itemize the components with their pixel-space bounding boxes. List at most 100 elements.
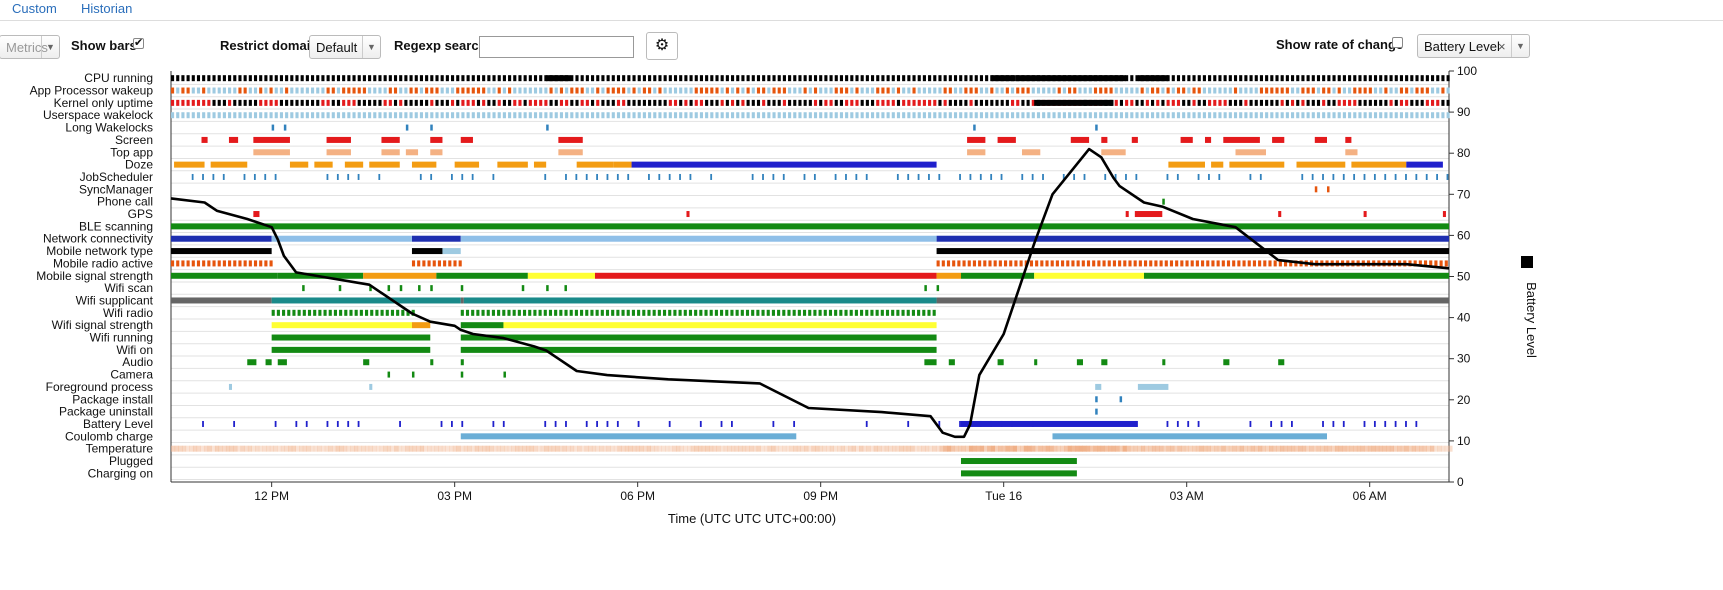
temperature-segment	[537, 445, 542, 452]
bar-tick	[228, 75, 232, 82]
temperature-segment	[1159, 445, 1164, 452]
bar-tick	[575, 99, 579, 106]
bar-tick	[437, 260, 441, 267]
show-rate-checkbox[interactable]	[1392, 37, 1403, 48]
bar-tick	[746, 112, 750, 119]
bar-tick	[502, 112, 506, 119]
bar-tick	[349, 309, 353, 316]
bar-tick	[912, 75, 916, 82]
bar-tick	[917, 112, 921, 119]
bar-tick	[683, 309, 687, 316]
bar-tick	[176, 87, 180, 94]
bar-tick	[642, 99, 646, 106]
bar-tick	[808, 112, 812, 119]
tab-custom[interactable]: Custom	[12, 1, 57, 16]
show-bars-checkbox[interactable]: ✔	[133, 38, 144, 49]
metric-select[interactable]: Battery Level × ▼	[1417, 34, 1530, 58]
temperature-segment	[386, 445, 392, 452]
temperature-segment	[903, 445, 908, 452]
bar-tick	[917, 99, 921, 106]
bar-tick	[632, 75, 636, 82]
bar-tick	[1095, 408, 1098, 415]
bar-tick	[1270, 87, 1274, 94]
bar-tick	[985, 112, 989, 119]
temperature-segment	[848, 445, 853, 452]
bar-tick	[658, 87, 662, 94]
bar-tick	[616, 420, 619, 427]
bar-tick	[1083, 112, 1087, 119]
row-bars	[174, 161, 1443, 168]
temperature-segment	[372, 445, 377, 452]
bar-tick	[731, 99, 735, 106]
bar-tick	[264, 87, 268, 94]
bar-tick	[411, 371, 415, 378]
bar-tick	[839, 75, 844, 82]
settings-button[interactable]: ⚙	[646, 32, 678, 60]
temperature-segment	[460, 445, 465, 452]
bar-tick	[1348, 112, 1352, 119]
bar-tick	[705, 99, 709, 106]
bar-tick	[399, 112, 403, 119]
bar-tick	[1221, 260, 1225, 267]
bar-tick	[1187, 420, 1190, 427]
bar-tick	[264, 112, 268, 119]
bar-tick	[938, 75, 942, 82]
bar-tick	[1373, 75, 1378, 82]
bar-tick	[1415, 99, 1419, 106]
bar-tick	[331, 75, 335, 82]
legend-swatch	[1521, 256, 1533, 268]
bar-tick	[710, 99, 714, 106]
y-tick-label: 90	[1457, 105, 1471, 119]
bar-tick	[1415, 420, 1418, 427]
temperature-segment	[796, 445, 802, 452]
bar-tick	[985, 75, 989, 82]
bar-tick	[1399, 112, 1404, 119]
metrics-select[interactable]: Metrics ▼	[0, 35, 60, 59]
bar-tick	[793, 420, 796, 427]
bar-tick	[964, 99, 968, 106]
row-bars	[171, 112, 1450, 119]
temperature-segment	[646, 445, 651, 452]
temperature-segment	[1060, 445, 1065, 452]
row-bars	[171, 248, 1449, 255]
bar-tick	[486, 309, 490, 316]
temperature-segment	[935, 445, 941, 452]
bar-tick	[1213, 87, 1217, 94]
temperature-segment	[1444, 445, 1449, 452]
bar-segment	[253, 211, 260, 218]
bar-tick	[860, 112, 864, 119]
temperature-segment	[591, 445, 597, 452]
temperature-segment	[522, 445, 527, 452]
bar-tick	[580, 87, 584, 94]
bar-tick	[300, 99, 304, 106]
temperature-segment	[1360, 445, 1365, 452]
bar-tick	[285, 99, 289, 106]
clear-icon[interactable]: ×	[1498, 39, 1506, 54]
regexp-search-input[interactable]	[479, 36, 634, 58]
bar-tick	[1311, 99, 1315, 106]
bar-tick	[1223, 99, 1227, 106]
bar-tick	[896, 75, 901, 82]
temperature-segment	[277, 445, 282, 452]
temperature-segment	[862, 445, 867, 452]
bar-tick	[171, 99, 175, 106]
bar-tick	[912, 112, 916, 119]
bar-tick	[622, 87, 626, 94]
bar-tick	[642, 75, 646, 82]
bar-tick	[471, 309, 475, 316]
bar-tick	[238, 87, 242, 94]
bar-tick	[580, 112, 584, 119]
tab-historian[interactable]: Historian	[81, 1, 132, 16]
bar-tick	[1337, 87, 1341, 94]
temperature-segment	[1371, 445, 1376, 452]
restrict-domain-label: Restrict domain	[220, 38, 319, 53]
restrict-domain-select[interactable]: Default ▼	[309, 35, 381, 59]
temperature-segment	[573, 445, 578, 452]
row-bars	[271, 309, 936, 316]
temperature-segment	[1269, 445, 1274, 452]
bar-tick	[523, 75, 527, 82]
bar-tick	[1192, 75, 1196, 82]
bar-tick	[725, 309, 729, 316]
bar-tick	[290, 112, 294, 119]
temperature-segment	[1367, 445, 1373, 452]
